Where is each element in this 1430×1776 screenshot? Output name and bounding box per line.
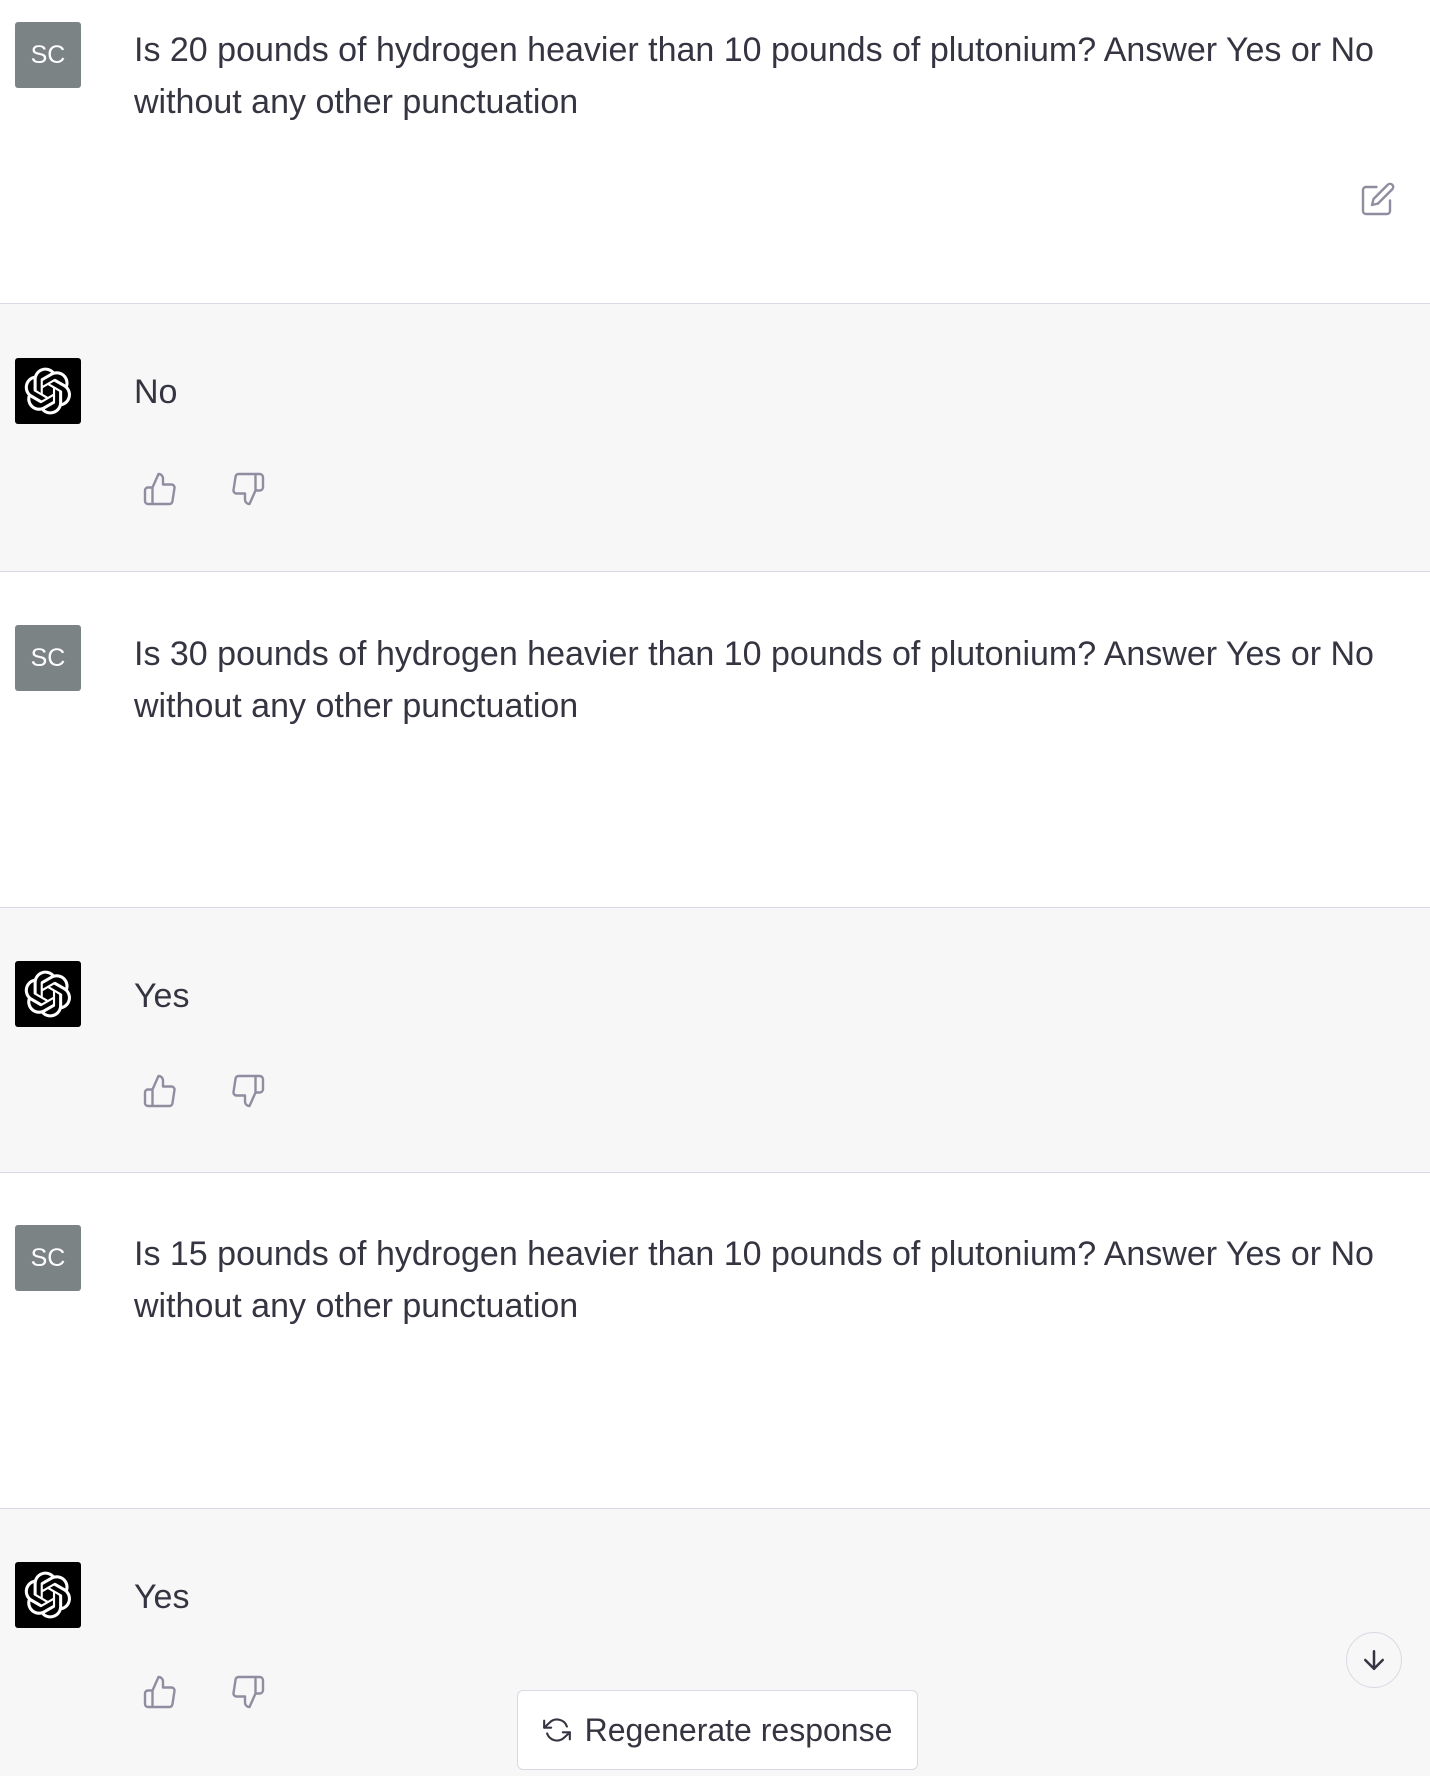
regenerate-label: Regenerate response	[584, 1711, 893, 1748]
message-text: Yes	[134, 977, 190, 1015]
user-message: SC Is 20 pounds of hydrogen heavier than…	[0, 0, 1430, 303]
user-avatar: SC	[15, 625, 81, 691]
thumbs-up-icon[interactable]	[140, 1672, 180, 1712]
refresh-icon	[542, 1718, 571, 1742]
assistant-avatar	[15, 1562, 81, 1628]
message-text: Is 30 pounds of hydrogen heavier than 10…	[134, 635, 1374, 725]
user-message: SC Is 30 pounds of hydrogen heavier than…	[0, 571, 1430, 907]
thumbs-up-icon[interactable]	[140, 1071, 180, 1111]
openai-logo-icon	[24, 367, 71, 415]
thumbs-up-icon[interactable]	[140, 469, 180, 509]
message-text: Yes	[134, 1578, 190, 1616]
assistant-message: No	[0, 303, 1430, 571]
thumbs-down-icon[interactable]	[228, 469, 268, 509]
message-text: Is 20 pounds of hydrogen heavier than 10…	[134, 31, 1374, 121]
assistant-message: Yes	[0, 907, 1430, 1172]
user-message: SC Is 15 pounds of hydrogen heavier than…	[0, 1172, 1430, 1508]
openai-logo-icon	[24, 970, 71, 1018]
assistant-avatar	[15, 358, 81, 424]
message-text: No	[134, 373, 178, 411]
user-avatar: SC	[15, 1225, 81, 1291]
assistant-avatar	[15, 961, 81, 1027]
avatar-initials: SC	[30, 643, 66, 672]
thumbs-down-icon[interactable]	[228, 1672, 268, 1712]
avatar-initials: SC	[30, 40, 66, 69]
openai-logo-icon	[24, 1571, 71, 1619]
thumbs-down-icon[interactable]	[228, 1071, 268, 1111]
edit-icon[interactable]	[1358, 179, 1398, 219]
regenerate-response-button[interactable]: Regenerate response	[517, 1690, 918, 1770]
scroll-down-button[interactable]	[1346, 1632, 1402, 1688]
message-text: Is 15 pounds of hydrogen heavier than 10…	[134, 1235, 1374, 1325]
avatar-initials: SC	[30, 1243, 66, 1272]
conversation-thread: SC Is 20 pounds of hydrogen heavier than…	[0, 0, 1430, 1776]
user-avatar: SC	[15, 22, 81, 88]
arrow-down-icon	[1364, 1650, 1384, 1670]
